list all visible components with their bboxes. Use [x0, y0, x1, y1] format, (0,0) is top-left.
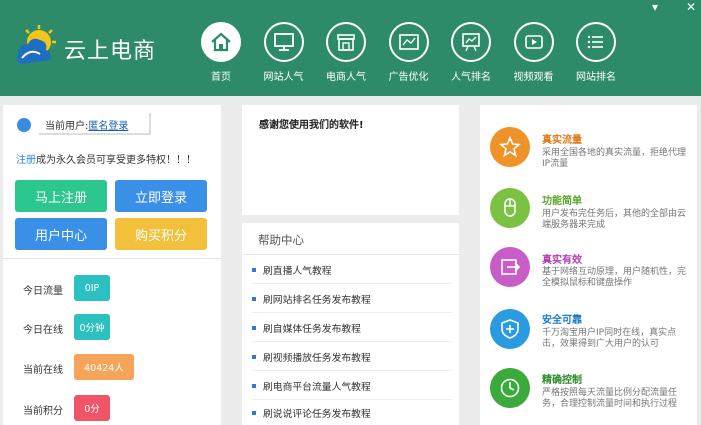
register-link[interactable]: 注册	[16, 155, 36, 166]
video-icon	[513, 22, 554, 62]
help-item[interactable]: 刷说说评论任务发布教程	[252, 399, 452, 425]
rank-board-icon	[451, 22, 491, 62]
clock-icon	[490, 368, 530, 408]
feature-title: 功能简单	[542, 196, 582, 207]
nav-site-rank[interactable]: 网站排名	[565, 22, 627, 83]
today-online-label: 今日在线	[23, 325, 63, 336]
features-panel: 真实流量 采用全国各地的真实流量，拒绝代理IP流量 功能简单 用户发布完任务后，…	[480, 105, 697, 425]
current-user-row: 当前用户: 匿名登录	[17, 117, 128, 132]
feature-desc: 千万淘宝用户IP同时在线，真实点击，效果得到广大用户的认可	[542, 328, 677, 349]
register-button[interactable]: 马上注册	[15, 180, 107, 212]
feature-desc: 采用全国各地的真实流量，拒绝代理IP流量	[542, 148, 687, 169]
home-icon	[201, 22, 241, 62]
nav-video-watch[interactable]: 视频观看	[503, 22, 565, 83]
bullet-icon	[252, 354, 256, 359]
nav-ecommerce-traffic[interactable]: 电商人气	[315, 22, 377, 83]
today-traffic-badge: 0IP	[74, 275, 110, 301]
monitor-icon	[263, 22, 304, 62]
help-center-panel: 帮助中心 刷直播人气教程 刷网站排名任务发布教程 刷自媒体任务发布教程 刷视频播…	[242, 223, 459, 425]
brand-name: 云上电商	[64, 39, 157, 64]
nav-ad-optimize[interactable]: 广告优化	[378, 22, 440, 83]
thanks-message: 感谢您使用我们的软件!	[259, 120, 364, 131]
bullet-icon	[252, 383, 256, 388]
main-nav: 首页 网站人气 电商人气 广告优化 人气排名 视频观看 网站排名	[190, 22, 628, 83]
buy-points-button[interactable]: 购买积分	[115, 218, 207, 250]
shop-icon	[326, 22, 366, 62]
bullet-icon	[252, 267, 256, 272]
close-icon[interactable]: ✕	[686, 0, 696, 14]
nav-popularity-rank[interactable]: 人气排名	[440, 22, 502, 83]
feature-title: 精确控制	[542, 375, 582, 386]
current-points-label: 当前积分	[23, 406, 63, 417]
nav-site-traffic[interactable]: 网站人气	[253, 22, 315, 83]
current-online-label: 当前在线	[23, 365, 63, 376]
notice-panel: 感谢您使用我们的软件!	[242, 105, 459, 215]
help-item[interactable]: 刷自媒体任务发布教程	[252, 314, 452, 342]
user-center-button[interactable]: 用户中心	[15, 218, 107, 250]
anonymous-login-link[interactable]: 匿名登录	[88, 117, 128, 132]
help-center-title: 帮助中心	[258, 233, 304, 247]
divider	[242, 254, 459, 255]
divider	[3, 258, 221, 259]
account-panel: 当前用户: 匿名登录 注册成为永久会员可享受更多特权！！！ 马上注册 立即登录 …	[3, 105, 221, 425]
feature-desc: 用户发布完任务后，其他的全部由云端服务器来完成	[542, 209, 687, 230]
list-icon	[576, 22, 616, 62]
mouse-icon	[490, 188, 530, 228]
bullet-icon	[252, 410, 256, 415]
sun-cloud-logo-icon	[16, 25, 56, 64]
shield-icon	[490, 309, 530, 349]
feature-title: 安全可靠	[542, 315, 582, 326]
bullet-icon	[252, 296, 256, 301]
nav-home[interactable]: 首页	[190, 22, 252, 83]
star-icon	[490, 127, 530, 167]
user-icon	[17, 117, 31, 132]
app-header: 云上电商 首页 网站人气 电商人气 广告优化 人气排名 视频观看 网站排名 ▾ …	[0, 0, 701, 96]
help-item[interactable]: 刷直播人气教程	[252, 256, 452, 284]
help-item[interactable]: 刷网站排名任务发布教程	[252, 285, 452, 313]
current-points-badge: 0分	[74, 395, 110, 421]
feature-title: 真实有效	[542, 255, 582, 266]
feature-desc: 严格按照每天流量比例分配流量任务，合理控制流量时间和执行过程	[542, 388, 678, 409]
today-online-badge: 0分钟	[74, 314, 110, 340]
today-traffic-label: 今日流量	[23, 286, 63, 297]
feature-title: 真实流量	[542, 135, 582, 146]
exit-icon	[490, 247, 530, 287]
ad-chart-icon	[388, 22, 429, 62]
current-user-label: 当前用户:	[45, 121, 89, 132]
help-item[interactable]: 刷视频播放任务发布教程	[252, 343, 452, 371]
current-online-badge: 40424人	[74, 354, 134, 380]
bullet-icon	[252, 325, 256, 330]
promo-text: 成为永久会员可享受更多特权！！！	[36, 155, 196, 166]
member-promo: 注册成为永久会员可享受更多特权！！！	[16, 151, 196, 166]
help-item[interactable]: 刷电商平台流量人气教程	[252, 372, 452, 400]
minimize-icon[interactable]: ▾	[652, 0, 658, 14]
login-button[interactable]: 立即登录	[115, 180, 207, 212]
feature-desc: 基于网络互动原理，用户随机性，完全模拟鼠标和键盘操作	[542, 267, 687, 288]
